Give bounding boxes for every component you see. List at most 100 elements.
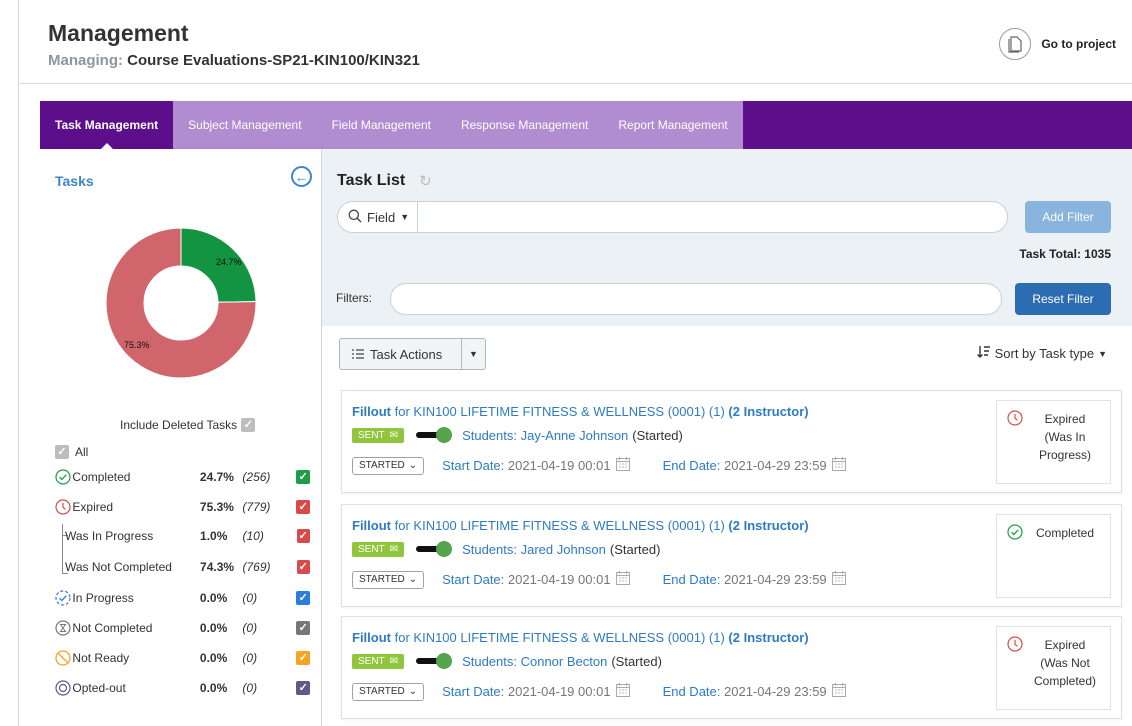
stat-percent: 75.3% <box>199 500 234 514</box>
stat-count: (769) <box>242 560 271 574</box>
tab-bar-filler <box>742 101 1132 149</box>
tab-field-management[interactable]: Field Management <box>316 101 446 149</box>
calendar-icon[interactable] <box>831 682 847 701</box>
filters-field[interactable] <box>390 283 1002 315</box>
status-line: Expired <box>1044 638 1086 652</box>
stat-count: (779) <box>242 500 271 514</box>
include-deleted-checkbox[interactable]: ✓ <box>241 418 256 432</box>
task-target: for KIN100 LIFETIME FITNESS & WELLNESS (… <box>394 518 725 533</box>
stat-row-not-ready[interactable]: Not Ready 0.0% (0) ✓ <box>55 648 310 668</box>
task-actions-main[interactable]: Task Actions <box>340 339 461 369</box>
task-total: Task Total: 1035 <box>1019 247 1111 261</box>
stat-label: Was Not Completed <box>65 560 172 574</box>
search-field-dropdown[interactable]: Field ▼ <box>338 202 419 232</box>
end-date-value: 2021-04-29 23:59 <box>724 684 827 699</box>
managing-subtitle: Managing: Course Evaluations-SP21-KIN100… <box>48 52 420 69</box>
task-dates-row: STARTED ⌄ Start Date: 2021-04-19 00:01 En… <box>352 456 847 475</box>
tab-task-management[interactable]: Task Management <box>40 101 174 149</box>
sent-label: SENT <box>358 655 385 667</box>
managing-project-name: Course Evaluations-SP21-KIN100/KIN321 <box>127 52 420 69</box>
tab-subject-management[interactable]: Subject Management <box>173 101 317 149</box>
stat-row-was-not-completed[interactable]: Was Not Completed 74.3% (769) ✓ <box>55 557 310 577</box>
sent-badge: SENT ✉ <box>352 653 405 669</box>
task-dates-row: STARTED ⌄ Start Date: 2021-04-19 00:01 En… <box>352 570 847 589</box>
stat-percent: 1.0% <box>200 529 228 543</box>
task-list-heading: Task List ↻ <box>337 172 432 190</box>
sent-badge: SENT ✉ <box>352 541 405 557</box>
not-ready-checkbox[interactable]: ✓ <box>296 651 310 665</box>
stat-count: (0) <box>242 681 258 695</box>
task-actions-button[interactable]: Task Actions ▼ <box>339 338 486 370</box>
calendar-icon[interactable] <box>615 682 631 701</box>
task-total-label: Task Total: <box>1019 247 1081 261</box>
was-not-completed-checkbox[interactable]: ✓ <box>296 560 310 574</box>
app-frame: Management Managing: Course Evaluations-… <box>18 0 1132 726</box>
tab-report-management[interactable]: Report Management <box>603 101 743 149</box>
stat-count: (10) <box>242 529 264 543</box>
caret-down-icon: ▼ <box>400 212 410 222</box>
expired-checkbox[interactable]: ✓ <box>296 500 310 514</box>
stat-row-completed[interactable]: Completed 24.7% (256) ✓ <box>55 467 310 487</box>
end-date-label: End Date: <box>662 458 721 473</box>
calendar-icon[interactable] <box>615 456 631 475</box>
in-progress-checkbox[interactable]: ✓ <box>296 591 310 605</box>
include-deleted-toggle[interactable]: Include Deleted Tasks ✓ <box>120 418 256 432</box>
stat-label: Completed <box>72 470 131 484</box>
task-toggle[interactable] <box>416 541 453 557</box>
task-type: Fillout <box>352 404 391 419</box>
not-completed-checkbox[interactable]: ✓ <box>296 621 310 635</box>
status-line: Expired <box>1044 412 1086 426</box>
chevron-down-icon: ⌄ <box>408 460 418 471</box>
all-label: All <box>75 445 89 459</box>
stat-row-expired[interactable]: Expired 75.3% (779) ✓ <box>55 497 310 517</box>
was-in-progress-checkbox[interactable]: ✓ <box>296 529 310 543</box>
student-link[interactable]: Students: Jared Johnson <box>462 542 606 557</box>
state-dropdown[interactable]: STARTED ⌄ <box>352 682 425 701</box>
start-date: Start Date: 2021-04-19 00:01 <box>442 572 610 587</box>
opted-out-checkbox[interactable]: ✓ <box>296 681 310 695</box>
add-filter-button[interactable]: Add Filter <box>1025 201 1111 233</box>
search-icon <box>348 209 362 226</box>
stat-label: Not Completed <box>72 621 153 635</box>
task-toggle[interactable] <box>416 427 453 443</box>
student-link[interactable]: Students: Connor Becton <box>462 654 607 669</box>
status-line: Completed) <box>1033 674 1097 688</box>
start-date: Start Date: 2021-04-19 00:01 <box>442 684 610 699</box>
search-input[interactable] <box>418 202 1007 232</box>
task-title[interactable]: Fillout for KIN100 LIFETIME FITNESS & WE… <box>352 630 809 645</box>
stat-row-was-in-progress[interactable]: Was In Progress 1.0% (10) ✓ <box>55 526 310 546</box>
task-role: (2 Instructor) <box>728 518 809 533</box>
sort-dropdown[interactable]: Sort by Task type ▼ <box>976 345 1107 362</box>
go-to-project-button[interactable]: Go to project <box>999 28 1116 60</box>
tasks-sidebar: Tasks ← 24.7% 75.3% Include Deleted Task… <box>40 149 322 726</box>
start-date-label: Start Date: <box>442 684 505 699</box>
tab-response-management[interactable]: Response Management <box>445 101 604 149</box>
task-toggle[interactable] <box>416 653 453 669</box>
task-card: Fillout for KIN100 LIFETIME FITNESS & WE… <box>341 616 1122 719</box>
all-checkbox[interactable]: ✓ <box>55 445 69 459</box>
calendar-icon[interactable] <box>831 570 847 589</box>
end-date-label: End Date: <box>662 684 721 699</box>
refresh-icon[interactable]: ↻ <box>419 172 432 190</box>
task-role: (2 Instructor) <box>728 404 809 419</box>
stat-row-not-completed[interactable]: Not Completed 0.0% (0) ✓ <box>55 618 310 638</box>
student-link[interactable]: Students: Jay-Anne Johnson <box>462 428 628 443</box>
reset-filter-button[interactable]: Reset Filter <box>1015 283 1111 315</box>
all-filter[interactable]: ✓ All <box>55 445 88 459</box>
sent-badge: SENT ✉ <box>352 427 405 443</box>
stat-row-opted-out[interactable]: Opted-out 0.0% (0) ✓ <box>55 678 310 698</box>
calendar-icon[interactable] <box>831 456 847 475</box>
task-status-box: Expired (Was Not Completed) <box>996 626 1111 710</box>
state-dropdown[interactable]: STARTED ⌄ <box>352 570 425 589</box>
state-dropdown[interactable]: STARTED ⌄ <box>352 456 425 475</box>
collapse-sidebar-icon[interactable]: ← <box>291 166 312 187</box>
completed-checkbox[interactable]: ✓ <box>296 470 310 484</box>
status-line: Progress) <box>1038 448 1091 462</box>
task-title[interactable]: Fillout for KIN100 LIFETIME FITNESS & WE… <box>352 518 809 533</box>
search-field-label: Field <box>367 209 396 225</box>
calendar-icon[interactable] <box>615 570 631 589</box>
task-title[interactable]: Fillout for KIN100 LIFETIME FITNESS & WE… <box>352 404 809 419</box>
stat-row-in-progress[interactable]: In Progress 0.0% (0) ✓ <box>55 588 310 608</box>
caret-down-icon[interactable]: ▼ <box>461 339 485 369</box>
search-bar: Field ▼ <box>337 201 1008 233</box>
